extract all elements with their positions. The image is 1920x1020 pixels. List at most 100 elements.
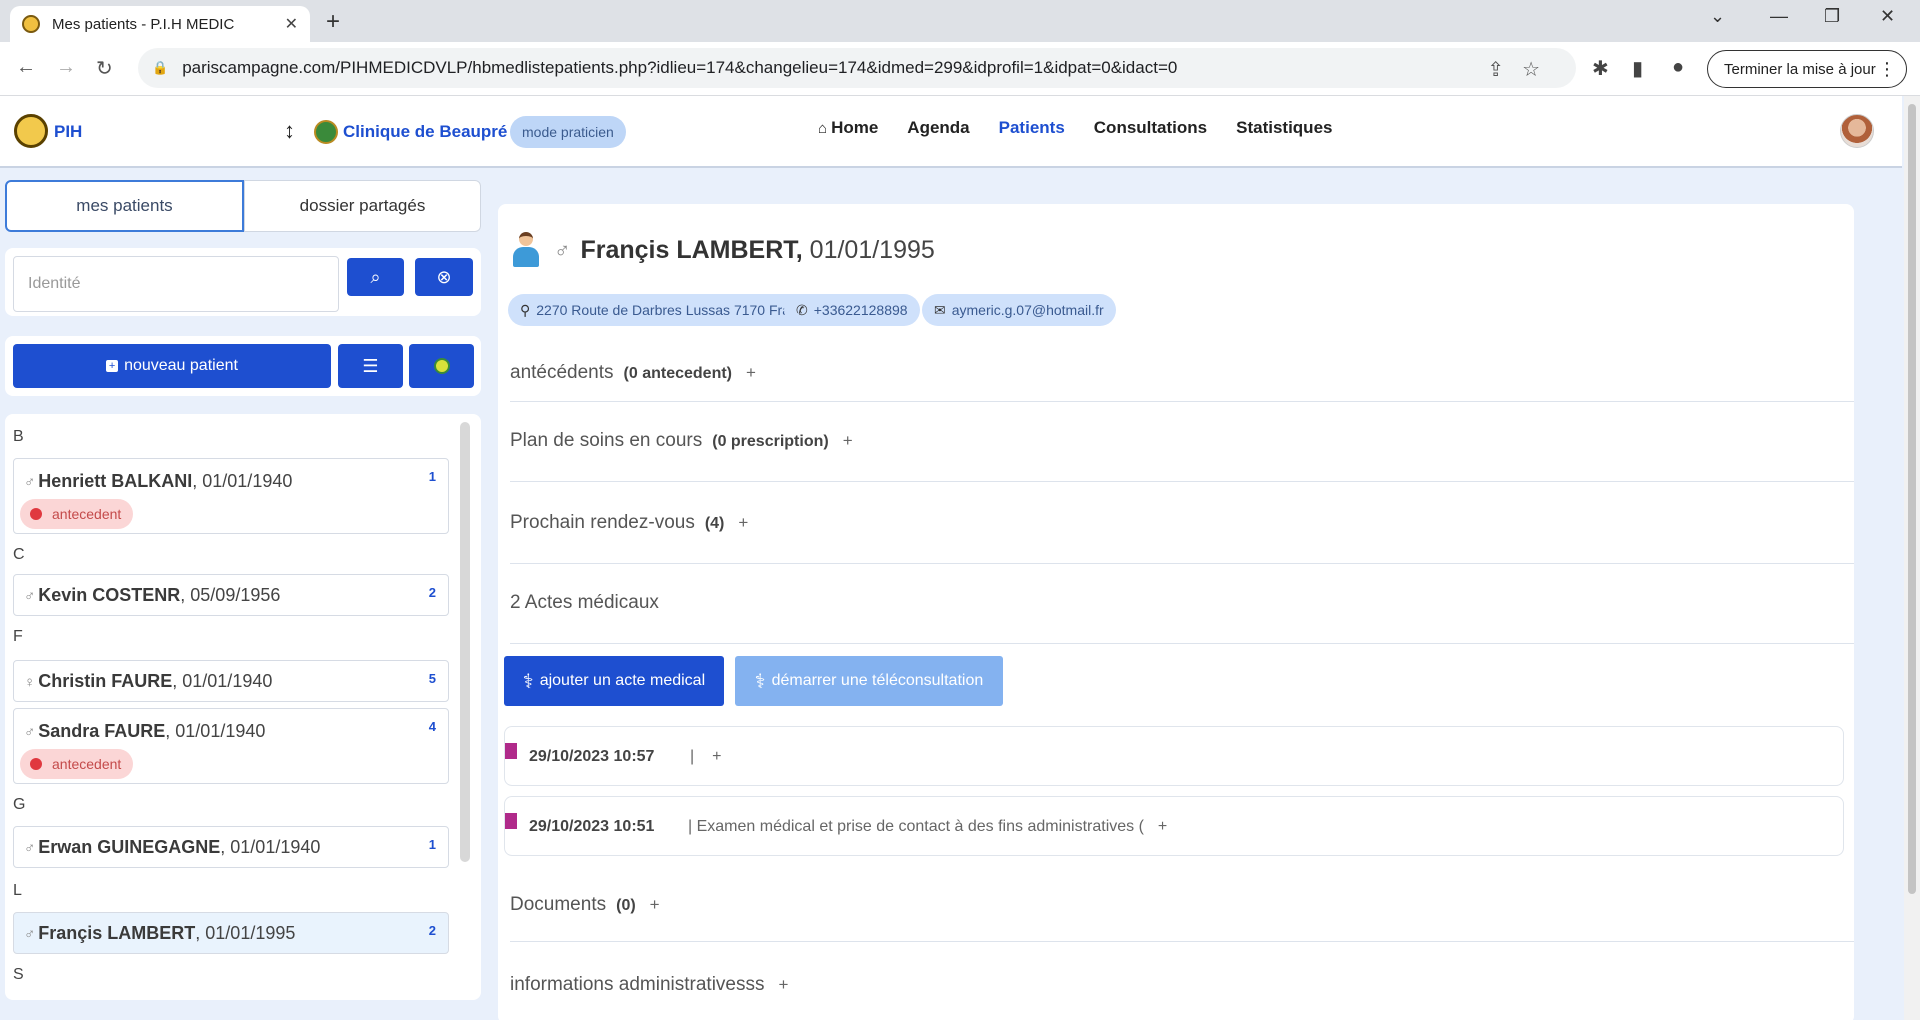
- new-patient-button[interactable]: + nouveau patient: [13, 344, 331, 388]
- add-rdv-icon[interactable]: +: [738, 513, 748, 532]
- add-antecedent-icon[interactable]: +: [746, 363, 756, 382]
- documents-header[interactable]: Documents (0) +: [510, 894, 660, 916]
- male-icon: ♂: [24, 474, 36, 491]
- nav-consultations[interactable]: Consultations: [1094, 118, 1207, 138]
- extensions-icon[interactable]: ✱: [1592, 56, 1609, 81]
- profile-icon[interactable]: ●: [1672, 56, 1684, 79]
- alert-dot-icon: [30, 508, 42, 520]
- nav-home[interactable]: ⌂ Home: [818, 118, 878, 138]
- patient-icon: [512, 232, 540, 270]
- antecedent-badge[interactable]: antecedent: [20, 499, 134, 529]
- add-admin-icon[interactable]: +: [778, 975, 788, 994]
- patient-card[interactable]: ♂ Henriett BALKANI, 01/01/1940 1 antecede…: [13, 458, 449, 534]
- group-letter: L: [13, 882, 22, 899]
- patient-dob: , 01/01/1940: [172, 671, 273, 691]
- act-row[interactable]: 29/10/2023 10:51 | Examen médical et pri…: [504, 796, 1844, 856]
- section-admin: informations administrativesss +: [510, 942, 1854, 1020]
- act-description: | Examen médical et prise de contact à d…: [688, 818, 1168, 835]
- vitale-card-icon: [433, 358, 450, 374]
- patient-detail-card: ♂ Françis LAMBERT, 01/01/1995 ⚲ 2270 Rout…: [498, 204, 1854, 1020]
- new-patient-label: nouveau patient: [124, 357, 238, 374]
- search-icon: ⌕: [370, 266, 381, 287]
- address-chip[interactable]: ⚲ 2270 Route de Darbres Lussas 7170 Franc…: [508, 294, 825, 326]
- close-icon[interactable]: ✕: [285, 14, 298, 34]
- rdv-header[interactable]: Prochain rendez-vous (4) +: [510, 512, 748, 534]
- patient-dob: , 01/01/1940: [192, 471, 293, 491]
- list-scrollbar[interactable]: [460, 422, 470, 862]
- group-letter: F: [13, 628, 23, 645]
- favicon-icon: [22, 15, 40, 33]
- add-document-icon[interactable]: +: [650, 895, 660, 914]
- url-field[interactable]: 🔒 pariscampagne.com/PIHMEDICDVLP/hbmedli…: [138, 48, 1576, 88]
- actions-card: + nouveau patient ☰: [5, 336, 481, 396]
- forward-icon[interactable]: →: [56, 56, 76, 79]
- group-letter: B: [13, 428, 24, 445]
- antecedents-header[interactable]: antécédents (0 antecedent) +: [510, 362, 756, 384]
- clear-search-button[interactable]: ⊗: [415, 258, 473, 296]
- act-marker: [505, 813, 517, 829]
- swap-location-icon[interactable]: ↕: [284, 118, 295, 144]
- patient-title-name: Françis LAMBERT,: [580, 236, 803, 264]
- patient-title-dob: 01/01/1995: [802, 236, 935, 264]
- nav-patients[interactable]: Patients: [999, 118, 1065, 138]
- male-icon: ♂: [24, 588, 36, 605]
- email-chip[interactable]: ✉ aymeric.g.07@hotmail.fr: [922, 294, 1116, 326]
- patient-dob: , 01/01/1995: [195, 923, 296, 943]
- nav-statistiques[interactable]: Statistiques: [1236, 118, 1332, 138]
- sidepanel-icon[interactable]: ▮: [1632, 56, 1643, 81]
- patient-card-selected[interactable]: ♂ Françis LAMBERT, 01/01/1995 2: [13, 912, 449, 954]
- patient-name: Henriett BALKANI: [38, 471, 193, 491]
- card-reader-button[interactable]: [409, 344, 474, 388]
- add-act-detail-icon[interactable]: +: [712, 748, 721, 765]
- mode-badge[interactable]: mode praticien: [510, 116, 626, 148]
- alert-dot-icon: [30, 758, 42, 770]
- add-act-button[interactable]: ⚕ ajouter un acte medical: [504, 656, 724, 706]
- plan-header[interactable]: Plan de soins en cours (0 prescription) +: [510, 430, 853, 452]
- back-icon[interactable]: ←: [16, 56, 36, 79]
- update-button[interactable]: Terminer la mise à jour ⋮: [1707, 50, 1907, 88]
- patient-card[interactable]: ♂ Sandra FAURE, 01/01/1940 4 antecedent: [13, 708, 449, 784]
- patient-card[interactable]: ♀ Christin FAURE, 01/01/1940 5: [13, 660, 449, 702]
- patient-name: Sandra FAURE: [38, 721, 166, 741]
- page-scrollbar[interactable]: [1904, 96, 1920, 1020]
- actes-header: 2 Actes médicaux: [510, 592, 659, 613]
- brand-name[interactable]: PIH: [54, 122, 82, 142]
- reload-icon[interactable]: ↻: [96, 56, 113, 81]
- search-input[interactable]: Identité: [13, 256, 339, 312]
- chevron-down-icon[interactable]: ⌄: [1710, 6, 1725, 27]
- section-documents: Documents (0) +: [510, 860, 1854, 942]
- add-prescription-icon[interactable]: +: [843, 431, 853, 450]
- act-row[interactable]: 29/10/2023 10:57 | +: [504, 726, 1844, 786]
- patient-card[interactable]: ♂ Erwan GUINEGAGNE, 01/01/1940 1: [13, 826, 449, 868]
- clinic-name[interactable]: Clinique de Beaupré: [343, 122, 507, 142]
- act-description: | +: [690, 748, 722, 765]
- admin-header[interactable]: informations administrativesss +: [510, 974, 788, 996]
- patient-card[interactable]: ♂ Kevin COSTENR, 05/09/1956 2: [13, 574, 449, 616]
- share-star-icons[interactable]: ⇪☆: [1487, 57, 1558, 82]
- new-tab-icon[interactable]: +: [326, 8, 340, 36]
- map-pin-icon: ⚲: [520, 301, 531, 318]
- pih-logo-icon[interactable]: [14, 114, 48, 148]
- search-button[interactable]: ⌕: [347, 258, 404, 296]
- tab-mes-patients[interactable]: mes patients: [5, 180, 244, 232]
- patient-name: Kevin COSTENR: [38, 585, 181, 605]
- patient-list[interactable]: B ♂ Henriett BALKANI, 01/01/1940 1 antece…: [5, 414, 481, 1000]
- restore-icon[interactable]: ❐: [1824, 6, 1840, 27]
- window-close-icon[interactable]: ✕: [1880, 6, 1895, 27]
- avatar[interactable]: [1840, 114, 1874, 148]
- browser-tab[interactable]: Mes patients - P.I.H MEDIC ✕: [10, 6, 310, 42]
- patient-count: 2: [428, 923, 436, 938]
- antecedent-badge[interactable]: antecedent: [20, 749, 134, 779]
- browser-tab-bar: Mes patients - P.I.H MEDIC ✕ + ⌄ — ❐ ✕: [0, 0, 1920, 42]
- phone-chip[interactable]: ✆ +33622128898: [784, 294, 920, 326]
- update-button-label: Terminer la mise à jour: [1724, 60, 1876, 78]
- add-act-detail-icon[interactable]: +: [1158, 818, 1167, 835]
- teleconsult-button[interactable]: ⚕ démarrer une téléconsultation: [735, 656, 1003, 706]
- nav-agenda[interactable]: Agenda: [907, 118, 969, 138]
- section-plan: Plan de soins en cours (0 prescription) +: [510, 402, 1854, 482]
- filter-button[interactable]: ☰: [338, 344, 403, 388]
- female-icon: ♀: [24, 674, 36, 691]
- home-icon: ⌂: [818, 119, 828, 137]
- tab-dossier-partages[interactable]: dossier partagés: [244, 180, 481, 232]
- minimize-icon[interactable]: —: [1770, 6, 1788, 27]
